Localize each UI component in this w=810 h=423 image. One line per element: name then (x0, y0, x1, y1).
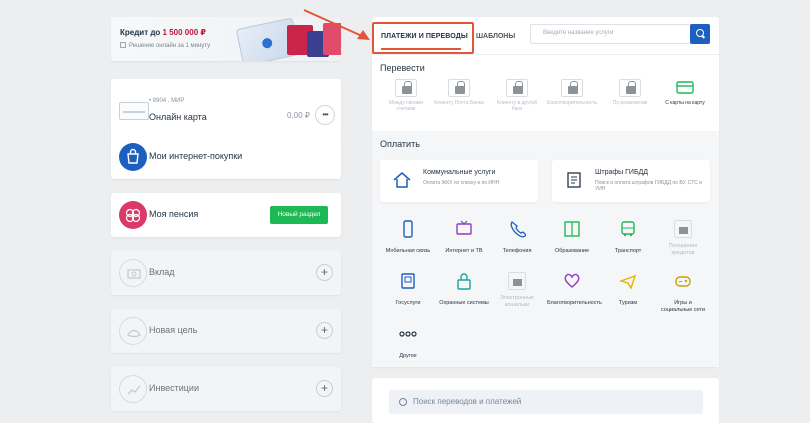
lock-icon (402, 81, 412, 94)
service-tourism[interactable]: Туризм (603, 272, 653, 307)
credit-subtitle: Решение онлайн за 1 минуту (120, 42, 210, 49)
my-pension-label: Моя пенсия (149, 209, 199, 219)
card-transfer-icon (674, 79, 696, 97)
government-icon (401, 273, 415, 289)
lock-icon (626, 81, 636, 94)
service-charity[interactable]: Благотворительность (547, 272, 602, 307)
lock-icon (674, 220, 692, 238)
utility-payments-card[interactable]: Коммунальные услуги Оплата ЖКХ по списку… (380, 160, 538, 202)
phone-handset-icon (510, 221, 527, 238)
new-section-button[interactable]: Новый раздел (270, 206, 328, 224)
pension-icon (119, 201, 147, 229)
service-internet-tv[interactable]: Интернет и ТВ (439, 220, 489, 255)
add-deposit-button[interactable]: + (316, 264, 333, 281)
transfer-options: Между своими счетами Клиенту Почта Банка… (372, 79, 719, 131)
new-goal-label: Новая цель (149, 325, 198, 335)
card-number: • 8904 , МИР (149, 98, 185, 104)
book-icon (564, 221, 580, 237)
lock-icon (508, 272, 526, 290)
payments-search-input[interactable]: Поиск переводов и платежей (389, 390, 703, 414)
annotation-arrow-icon (303, 9, 370, 40)
investments-label: Инвестиции (149, 383, 199, 393)
service-mobile[interactable]: Мобильная связь (383, 220, 433, 255)
lock-icon (568, 81, 578, 94)
card-name: Онлайн карта (149, 112, 207, 122)
transfer-section-title: Перевести (380, 63, 425, 73)
deposit-label: Вклад (149, 267, 175, 277)
transfer-between-accounts[interactable]: Между своими счетами (381, 79, 431, 112)
credit-title: Кредит до 1 500 000 ₽ (120, 28, 206, 37)
my-purchases-item[interactable]: Мои интернет-покупки (111, 135, 341, 179)
document-icon (567, 172, 581, 188)
deposit-item[interactable]: Вклад + (111, 251, 341, 295)
tv-icon (456, 220, 472, 235)
new-goal-item[interactable]: Новая цель + (111, 309, 341, 353)
mobile-phone-icon (403, 220, 413, 238)
service-gosuslugi[interactable]: Госуслуги (383, 272, 433, 307)
service-education[interactable]: Образование (547, 220, 597, 255)
add-investment-button[interactable]: + (316, 380, 333, 397)
bottom-search-panel: Поиск переводов и платежей (372, 378, 719, 423)
transfer-other-bank[interactable]: Клиенту в другой банк (492, 79, 542, 112)
lock-icon (455, 81, 465, 94)
tab-payments-transfers[interactable]: ПЛАТЕЖИ И ПЕРЕВОДЫ (372, 22, 474, 54)
card-item-online[interactable]: • 8904 , МИР Онлайн карта 0,00 ₽ ••• (111, 79, 341, 137)
transfer-by-details[interactable]: По реквизитам (605, 79, 655, 106)
traffic-fines-card[interactable]: Штрафы ГИБДД Поиск и оплата штрафов ГИБД… (552, 160, 710, 202)
add-goal-button[interactable]: + (316, 322, 333, 339)
service-transport[interactable]: Транспорт (603, 220, 653, 255)
search-button[interactable] (690, 24, 710, 44)
house-icon (393, 172, 411, 188)
card-to-card[interactable]: С карты на карту (660, 79, 710, 106)
my-pension-item[interactable]: Моя пенсия Новый раздел (111, 193, 341, 237)
tab-bar: ПЛАТЕЖИ И ПЕРЕВОДЫ ШАБЛОНЫ Введите назва… (372, 17, 719, 55)
heart-icon (564, 273, 580, 288)
service-e-wallets[interactable]: Электронные кошельки (492, 272, 542, 309)
search-icon (399, 398, 407, 406)
transfer-to-pochta-client[interactable]: Клиенту Почта Банка (434, 79, 484, 106)
shopping-bag-icon (119, 143, 147, 171)
deposit-icon (119, 259, 147, 287)
more-dots-icon (399, 331, 417, 337)
airplane-icon (618, 274, 637, 290)
lock-icon (457, 273, 471, 290)
service-other[interactable]: Другое (383, 325, 433, 360)
service-telephony[interactable]: Телефония (492, 220, 542, 255)
active-tab-underline (381, 48, 461, 50)
service-loan-repayment[interactable]: Погашение кредитов (658, 220, 708, 257)
tab-templates[interactable]: ШАБЛОНЫ (476, 33, 515, 40)
check-icon (120, 42, 126, 48)
investments-item[interactable]: Инвестиции + (111, 367, 341, 411)
service-games-social[interactable]: Игры и социальные сети (658, 272, 708, 314)
service-search-input[interactable]: Введите название услуги (530, 24, 691, 44)
pay-section-title: Оплатить (380, 139, 420, 149)
transfer-charity[interactable]: Благотворительность (547, 79, 597, 106)
bank-card-icon (119, 102, 149, 120)
service-security-systems[interactable]: Охранные системы (439, 272, 489, 307)
payments-panel: ПЛАТЕЖИ И ПЕРЕВОДЫ ШАБЛОНЫ Введите назва… (372, 17, 719, 367)
gamepad-icon (675, 276, 691, 287)
more-options-button[interactable]: ••• (315, 105, 335, 125)
card-balance: 0,00 ₽ (287, 111, 310, 120)
chart-line-icon (119, 375, 147, 403)
my-purchases-label: Мои интернет-покупки (149, 151, 243, 161)
bus-icon (621, 221, 635, 237)
goal-icon (119, 317, 147, 345)
lock-icon (513, 81, 523, 94)
